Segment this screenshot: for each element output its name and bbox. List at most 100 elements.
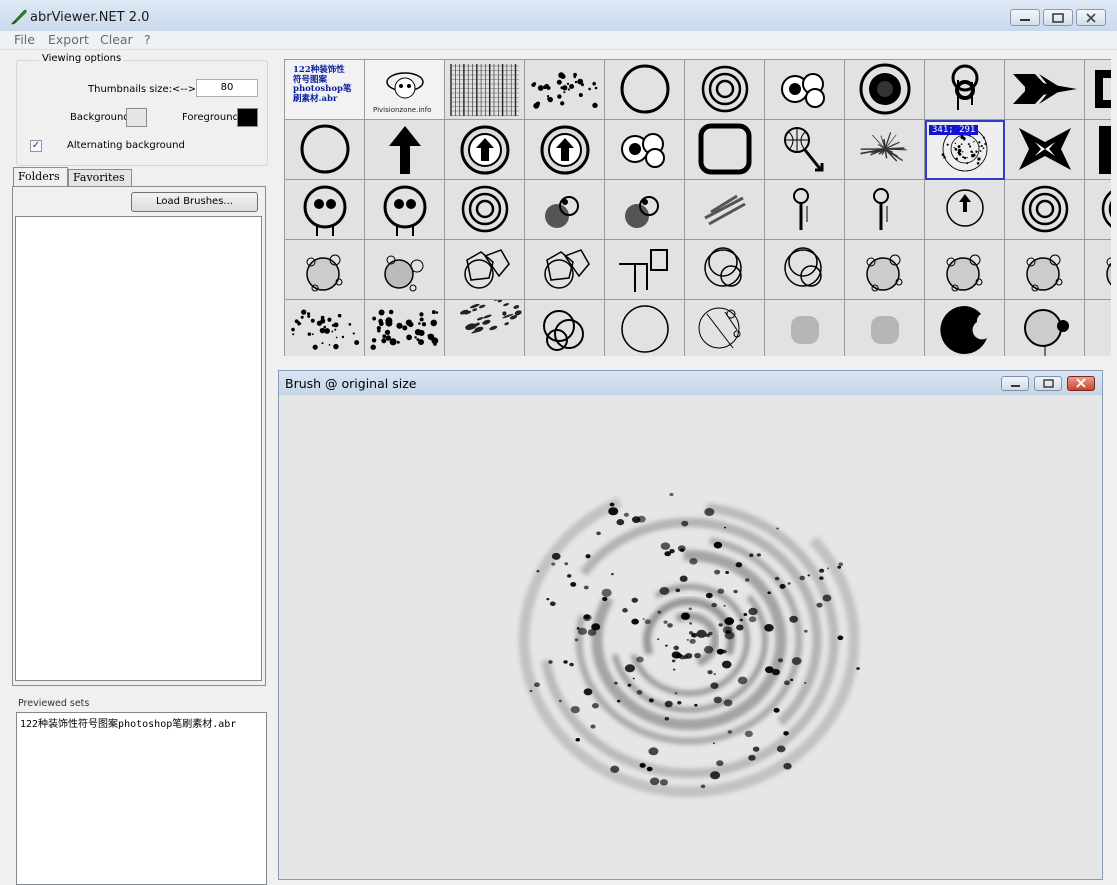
thumb-size-input[interactable]: 80 — [196, 79, 258, 97]
brush-thumbnail[interactable] — [1005, 60, 1085, 120]
brush-thumbnail[interactable] — [765, 60, 845, 120]
brush-shape-icon — [698, 123, 752, 175]
brush-thumbnail[interactable] — [285, 300, 365, 356]
close-icon — [1076, 378, 1086, 388]
brush-thumbnail[interactable] — [925, 240, 1005, 300]
brush-shape-icon — [306, 254, 343, 292]
brush-shape-icon — [389, 126, 421, 174]
brush-thumbnail[interactable] — [525, 240, 605, 300]
brush-thumbnail[interactable] — [765, 180, 845, 240]
brush-thumbnail[interactable] — [845, 120, 925, 180]
brush-shape-icon — [1019, 128, 1071, 170]
alternating-background-label: Alternating background — [67, 140, 185, 151]
foreground-color-swatch[interactable] — [237, 108, 258, 127]
brush-thumbnail[interactable] — [685, 60, 765, 120]
brush-thumbnail[interactable]: 341; 291 — [925, 120, 1005, 180]
window-titlebar: abrViewer.NET 2.0 — [0, 0, 1117, 32]
previewed-sets-list[interactable]: 122种装饰性符号图案photoshop笔刷素材.abr — [16, 712, 267, 885]
brush-shape-icon — [543, 310, 584, 351]
brush-thumbnail[interactable] — [525, 120, 605, 180]
brush-thumbnail[interactable] — [445, 180, 525, 240]
brush-window-title: Brush @ original size — [285, 376, 417, 391]
menu-file[interactable]: File — [14, 32, 35, 47]
brush-thumbnail[interactable] — [365, 120, 445, 180]
brush-thumbnail[interactable] — [845, 300, 925, 356]
brush-shape-icon — [1101, 190, 1111, 228]
brush-window-maximize-button[interactable] — [1034, 376, 1062, 391]
brush-shape-icon — [620, 64, 670, 114]
brush-thumbnail[interactable]: 122种装饰性 符号图案 photoshop笔 刷素材.abr — [285, 60, 365, 120]
brush-window-minimize-button[interactable] — [1001, 376, 1029, 391]
brush-thumbnail[interactable] — [1085, 300, 1111, 356]
brush-thumbnail[interactable] — [1005, 300, 1085, 356]
list-item[interactable]: 122种装饰性符号图案photoshop笔刷素材.abr — [20, 715, 236, 730]
brush-thumbnail[interactable] — [525, 300, 605, 356]
brush-thumbnail[interactable] — [685, 180, 765, 240]
brush-thumbnail[interactable] — [685, 300, 765, 356]
brush-thumbnail[interactable] — [925, 300, 1005, 356]
tab-favorites[interactable]: Favorites — [68, 169, 132, 186]
brush-thumbnail[interactable] — [445, 60, 525, 120]
brush-thumbnail[interactable] — [445, 120, 525, 180]
brush-thumbnail[interactable] — [765, 240, 845, 300]
brush-thumbnail[interactable] — [845, 180, 925, 240]
viewing-options-legend: Viewing options — [39, 53, 125, 64]
brush-thumbnail[interactable] — [1005, 180, 1085, 240]
brush-shape-icon — [1099, 126, 1111, 174]
tab-folders[interactable]: Folders — [13, 167, 68, 186]
brush-thumbnail[interactable] — [445, 300, 525, 356]
brush-thumbnail[interactable] — [445, 240, 525, 300]
brush-thumbnail[interactable] — [525, 180, 605, 240]
brush-thumbnail[interactable] — [285, 180, 365, 240]
brush-thumbnail[interactable] — [685, 120, 765, 180]
brush-shape-icon — [461, 185, 509, 233]
brush-thumbnail[interactable] — [1005, 240, 1085, 300]
brush-thumbnail-grid[interactable]: 122种装饰性 符号图案 photoshop笔 刷素材.abr Pivisionzone… — [284, 59, 1111, 356]
brush-shape-icon — [383, 185, 427, 236]
brush-thumbnail[interactable] — [1085, 240, 1111, 300]
close-button[interactable] — [1076, 9, 1106, 26]
foreground-label: Foreground: — [182, 112, 243, 123]
brush-thumbnail[interactable] — [1005, 120, 1085, 180]
brush-shape-icon — [619, 249, 668, 292]
maximize-button[interactable] — [1043, 9, 1073, 26]
alternating-background-checkbox[interactable]: ✓ — [30, 140, 42, 152]
brush-shape-icon — [621, 133, 665, 168]
brush-thumbnail[interactable] — [845, 240, 925, 300]
brush-shape-icon — [1013, 74, 1077, 104]
brush-shape-icon — [531, 72, 598, 109]
brush-shape-icon — [793, 188, 809, 230]
brush-thumbnail[interactable]: Pivisionzone.info — [365, 60, 445, 120]
background-color-swatch[interactable] — [126, 108, 147, 127]
brush-thumbnail[interactable] — [925, 180, 1005, 240]
minimize-button[interactable] — [1010, 9, 1040, 26]
brush-thumbnail[interactable] — [605, 240, 685, 300]
brush-thumbnail[interactable] — [1085, 180, 1111, 240]
brush-thumbnail[interactable] — [605, 180, 685, 240]
brush-thumbnail[interactable] — [285, 240, 365, 300]
brush-shape-icon — [873, 188, 889, 230]
brush-thumbnail[interactable] — [605, 300, 685, 356]
brush-thumbnail[interactable] — [845, 60, 925, 120]
brush-thumbnail[interactable] — [285, 120, 365, 180]
brush-thumbnail[interactable] — [765, 120, 845, 180]
brush-shape-icon — [384, 255, 424, 292]
brush-shape-icon — [460, 125, 510, 175]
brush-thumbnail[interactable] — [925, 60, 1005, 120]
load-brushes-button[interactable]: Load Brushes... — [131, 192, 258, 212]
folders-tree[interactable] — [15, 216, 262, 681]
brush-thumbnail[interactable] — [365, 240, 445, 300]
menu-export[interactable]: Export — [48, 32, 89, 47]
brush-thumbnail[interactable] — [365, 300, 445, 356]
brush-thumbnail[interactable] — [765, 300, 845, 356]
brush-window-close-button[interactable] — [1067, 376, 1095, 391]
menu-clear[interactable]: Clear — [100, 32, 133, 47]
brush-thumbnail[interactable] — [365, 180, 445, 240]
brush-thumbnail[interactable] — [1085, 120, 1111, 180]
brush-thumbnail[interactable] — [1085, 60, 1111, 120]
brush-thumbnail[interactable] — [685, 240, 765, 300]
brush-thumbnail[interactable] — [525, 60, 605, 120]
brush-thumbnail[interactable] — [605, 60, 685, 120]
brush-thumbnail[interactable] — [605, 120, 685, 180]
menu-help[interactable]: ? — [144, 32, 151, 47]
